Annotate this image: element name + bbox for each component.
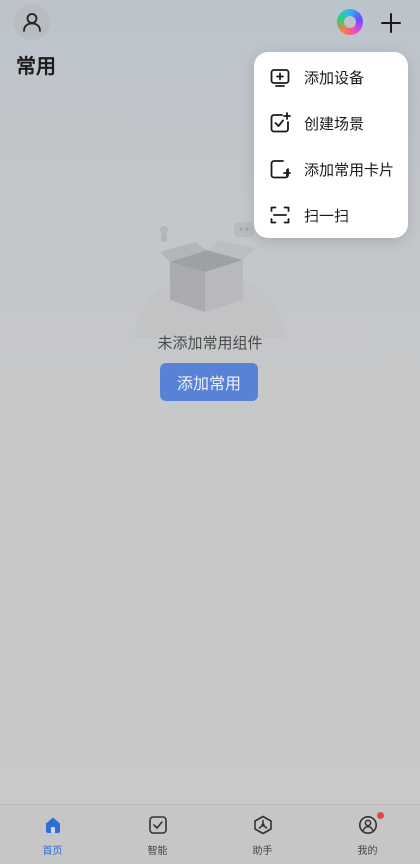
avatar[interactable] bbox=[14, 4, 50, 40]
bottom-tab-bar: 首页 智能 助手 我的 bbox=[0, 804, 420, 864]
menu-item-add-device[interactable]: 添加设备 bbox=[254, 54, 408, 100]
tab-label: 智能 bbox=[147, 846, 168, 857]
home-icon bbox=[42, 814, 64, 836]
smart-icon bbox=[147, 814, 169, 836]
tab-smart[interactable]: 智能 bbox=[105, 805, 210, 864]
empty-box-icon bbox=[160, 222, 255, 312]
profile-icon bbox=[357, 814, 379, 836]
tab-label: 我的 bbox=[357, 846, 378, 857]
scan-icon bbox=[268, 203, 292, 227]
tab-label: 首页 bbox=[42, 846, 63, 857]
plus-icon bbox=[381, 13, 401, 33]
menu-item-label: 添加设备 bbox=[304, 68, 365, 87]
menu-item-scan[interactable]: 扫一扫 bbox=[254, 192, 408, 238]
menu-item-add-card[interactable]: 添加常用卡片 bbox=[254, 146, 408, 192]
add-device-icon bbox=[268, 65, 292, 89]
menu-item-label: 添加常用卡片 bbox=[304, 160, 395, 179]
add-button[interactable] bbox=[378, 10, 404, 36]
brand-logo-icon[interactable] bbox=[337, 9, 363, 35]
assistant-icon bbox=[252, 814, 274, 836]
add-common-button[interactable]: 添加常用 bbox=[160, 363, 258, 401]
page-title: 常用 bbox=[16, 54, 56, 78]
add-card-icon bbox=[268, 157, 292, 181]
create-scene-icon bbox=[268, 111, 292, 135]
user-icon bbox=[23, 13, 41, 32]
notification-badge bbox=[377, 812, 384, 819]
tab-label: 助手 bbox=[252, 846, 273, 857]
menu-item-create-scene[interactable]: 创建场景 bbox=[254, 100, 408, 146]
menu-item-label: 创建场景 bbox=[304, 114, 365, 133]
menu-item-label: 扫一扫 bbox=[304, 206, 350, 225]
add-popup-menu: 添加设备 创建场景 添加常用卡片 扫一扫 bbox=[254, 52, 408, 238]
tab-home[interactable]: 首页 bbox=[0, 805, 105, 864]
tab-profile[interactable]: 我的 bbox=[315, 805, 420, 864]
tab-assistant[interactable]: 助手 bbox=[210, 805, 315, 864]
empty-message: 未添加常用组件 bbox=[157, 334, 263, 352]
